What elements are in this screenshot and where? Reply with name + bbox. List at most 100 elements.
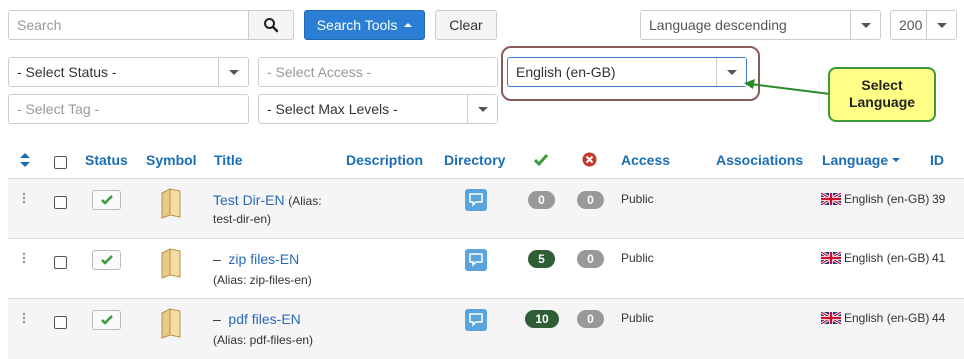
chevron-down-icon [727,70,737,75]
limit-select[interactable]: 200 [890,10,957,40]
callout-arrow [744,79,831,95]
row-language-label: English (en-GB) [844,192,930,206]
uk-flag-icon [821,312,841,324]
row-checkbox[interactable] [54,196,67,209]
check-icon [101,315,113,325]
callout-line-2: Language [848,94,916,110]
search-input[interactable]: Search [8,10,249,40]
status-filter-value: - Select Status - [17,64,117,80]
status-filter-select[interactable]: - Select Status - [8,57,249,87]
directory-button[interactable] [465,189,487,211]
row-id: 41 [932,251,946,265]
row-id: 39 [932,192,946,206]
row-level-dash: – [213,251,221,267]
row-alias: test-dir-en) [213,212,272,226]
drag-handle-icon[interactable] [22,192,26,204]
folder-icon [161,248,181,279]
row-title-link[interactable]: pdf files-EN [228,311,300,327]
max-levels-dropdown-toggle[interactable] [467,95,497,123]
row-level-dash: – [213,311,221,327]
row-title-cell: – zip files-EN (Alias: zip-files-en) [213,249,353,290]
row-title-link[interactable]: zip files-EN [228,251,299,267]
unpublished-x-icon[interactable] [582,152,597,167]
unpublished-count-badge[interactable]: 0 [577,191,604,209]
row-alias: (Alias: zip-files-en) [213,273,312,287]
row-checkbox[interactable] [54,316,67,329]
clear-button[interactable]: Clear [435,10,497,40]
published-count-badge[interactable]: 10 [525,310,559,328]
search-placeholder: Search [17,17,62,33]
uk-flag-icon [821,252,841,264]
language-filter-select[interactable]: English (en-GB) [507,57,747,87]
access-filter-value: - Select Access - [267,64,372,80]
unpublished-count-badge[interactable]: 0 [577,310,604,328]
max-levels-filter-select[interactable]: - Select Max Levels - [258,94,498,124]
row-access: Public [621,251,654,265]
column-header-description[interactable]: Description [346,152,423,168]
column-header-directory[interactable]: Directory [444,152,505,168]
row-title-link[interactable]: Test Dir-EN [213,192,285,208]
select-language-callout: Select Language [828,67,936,122]
language-filter-value: English (en-GB) [516,64,616,80]
drag-handle-icon[interactable] [22,252,26,264]
table-row: – pdf files-EN (Alias: pdf-files-en) 10 … [8,299,964,359]
row-title-cell: – pdf files-EN (Alias: pdf-files-en) [213,309,353,350]
comment-icon [469,253,483,267]
ordering-dropdown-toggle[interactable] [850,11,880,39]
status-toggle-button[interactable] [92,250,121,270]
column-header-title[interactable]: Title [214,152,243,168]
tag-filter-value: - Select Tag - [17,101,100,117]
ordering-select[interactable]: Language descending [640,10,881,40]
tag-filter-select[interactable]: - Select Tag - [8,94,249,124]
column-header-id[interactable]: ID [930,152,944,168]
published-count-badge[interactable]: 5 [528,250,555,268]
table-row: Test Dir-EN (Alias: test-dir-en) 0 0 Pub… [8,179,964,239]
column-header-language[interactable]: Language [822,152,901,168]
directory-button[interactable] [465,309,487,331]
chevron-down-icon [937,23,947,28]
row-title-cell: Test Dir-EN (Alias: test-dir-en) [213,191,343,228]
chevron-down-icon [478,107,488,112]
table-row: – zip files-EN (Alias: zip-files-en) 5 0… [8,239,964,299]
row-access: Public [621,311,654,325]
status-toggle-button[interactable] [92,310,121,330]
row-id: 44 [932,311,946,325]
callout-line-1: Select [861,77,903,93]
row-language: English (en-GB) [821,311,929,325]
row-access: Public [621,192,654,206]
comment-icon [469,313,483,327]
status-dropdown-toggle[interactable] [218,58,248,86]
row-alias-prefix: (Alias: [288,194,322,208]
column-header-access[interactable]: Access [621,152,670,168]
row-language-label: English (en-GB) [844,311,930,325]
row-checkbox[interactable] [54,256,67,269]
check-icon [101,195,113,205]
sort-ordering-icon[interactable] [20,153,30,167]
search-icon [264,18,279,33]
limit-value: 200 [899,17,923,33]
search-button[interactable] [248,10,294,40]
column-header-language-label: Language [822,152,889,168]
search-tools-button[interactable]: Search Tools [304,10,425,40]
uk-flag-icon [821,193,841,205]
sort-desc-icon [892,158,901,162]
row-language-label: English (en-GB) [844,251,930,265]
unpublished-count-badge[interactable]: 0 [577,250,604,268]
drag-handle-icon[interactable] [22,312,26,324]
access-filter-select[interactable]: - Select Access - [258,57,498,87]
status-toggle-button[interactable] [92,190,121,210]
column-header-associations[interactable]: Associations [716,152,803,168]
published-count-badge[interactable]: 0 [528,191,555,209]
ordering-value: Language descending [649,17,787,33]
folder-icon [161,188,181,219]
folder-icon [161,308,181,339]
directory-button[interactable] [465,249,487,271]
select-all-checkbox[interactable] [54,156,67,169]
published-check-icon[interactable] [534,153,548,166]
column-header-status[interactable]: Status [85,152,128,168]
chevron-down-icon [861,23,871,28]
search-tools-label: Search Tools [316,17,398,33]
limit-dropdown-toggle[interactable] [926,11,956,39]
chevron-down-icon [229,70,239,75]
row-language: English (en-GB) [821,251,929,265]
